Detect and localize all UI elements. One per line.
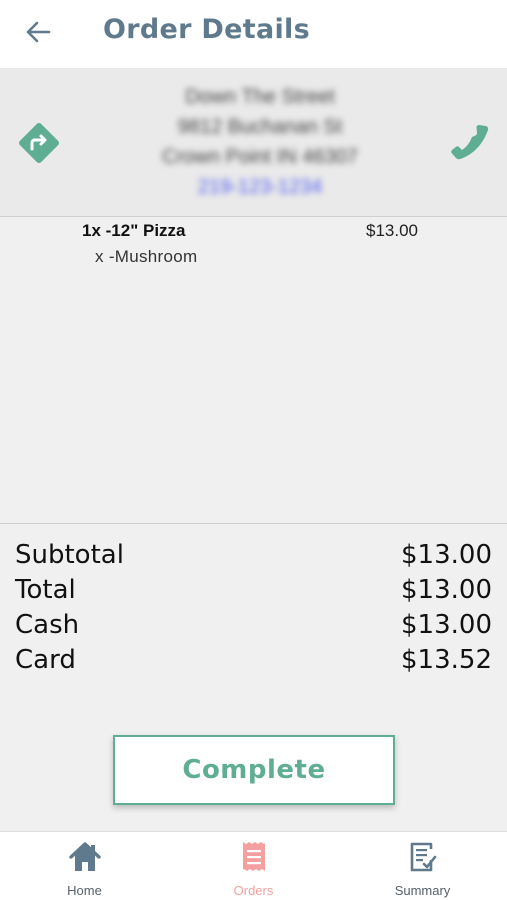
customer-name: Down The Street [185, 86, 335, 108]
nav-orders[interactable]: Orders [169, 832, 338, 900]
order-items: 1x -12" Pizza $13.00 x -Mushroom [0, 217, 507, 523]
bottom-nav: Home Orders Summary [0, 831, 507, 900]
card-row: Card $13.52 [0, 645, 507, 679]
item-price: $13.00 [366, 221, 418, 240]
back-button[interactable] [20, 14, 56, 50]
item-name: 1x -12" Pizza [82, 221, 186, 240]
directions-icon [19, 123, 59, 163]
cash-value: $13.00 [401, 610, 492, 640]
phone-icon [451, 125, 489, 160]
complete-button[interactable]: Complete [113, 735, 395, 805]
complete-button-label: Complete [182, 755, 326, 785]
customer-info: Down The Street 9812 Buchanan St Crown P… [0, 68, 507, 216]
nav-home-label: Home [67, 883, 102, 898]
item-modifier: x -Mushroom [95, 247, 198, 266]
customer-city: Crown Point IN 46307 [162, 146, 358, 168]
cash-label: Cash [15, 610, 80, 640]
customer-phone-link[interactable]: 219-123-1234 [100, 176, 420, 199]
home-icon [68, 842, 101, 871]
customer-street: 9812 Buchanan St [177, 116, 343, 138]
divider [0, 523, 507, 524]
total-label: Total [15, 575, 76, 605]
subtotal-value: $13.00 [401, 540, 492, 570]
subtotal-label: Subtotal [15, 540, 124, 570]
total-value: $13.00 [401, 575, 492, 605]
call-button[interactable] [450, 120, 494, 164]
nav-summary-label: Summary [394, 883, 451, 898]
cash-row: Cash $13.00 [0, 610, 507, 644]
arrow-left-icon [26, 21, 51, 43]
nav-summary[interactable]: Summary [338, 832, 507, 900]
card-label: Card [15, 645, 76, 675]
subtotal-row: Subtotal $13.00 [0, 540, 507, 574]
nav-orders-label: Orders [233, 883, 274, 898]
receipt-icon [242, 842, 265, 871]
app-header: Order Details [0, 0, 507, 68]
summary-checklist-icon [410, 842, 436, 872]
page-title: Order Details [103, 14, 310, 45]
total-row: Total $13.00 [0, 575, 507, 609]
directions-button[interactable] [14, 118, 64, 168]
nav-home[interactable]: Home [0, 832, 169, 900]
card-value: $13.52 [401, 645, 492, 675]
